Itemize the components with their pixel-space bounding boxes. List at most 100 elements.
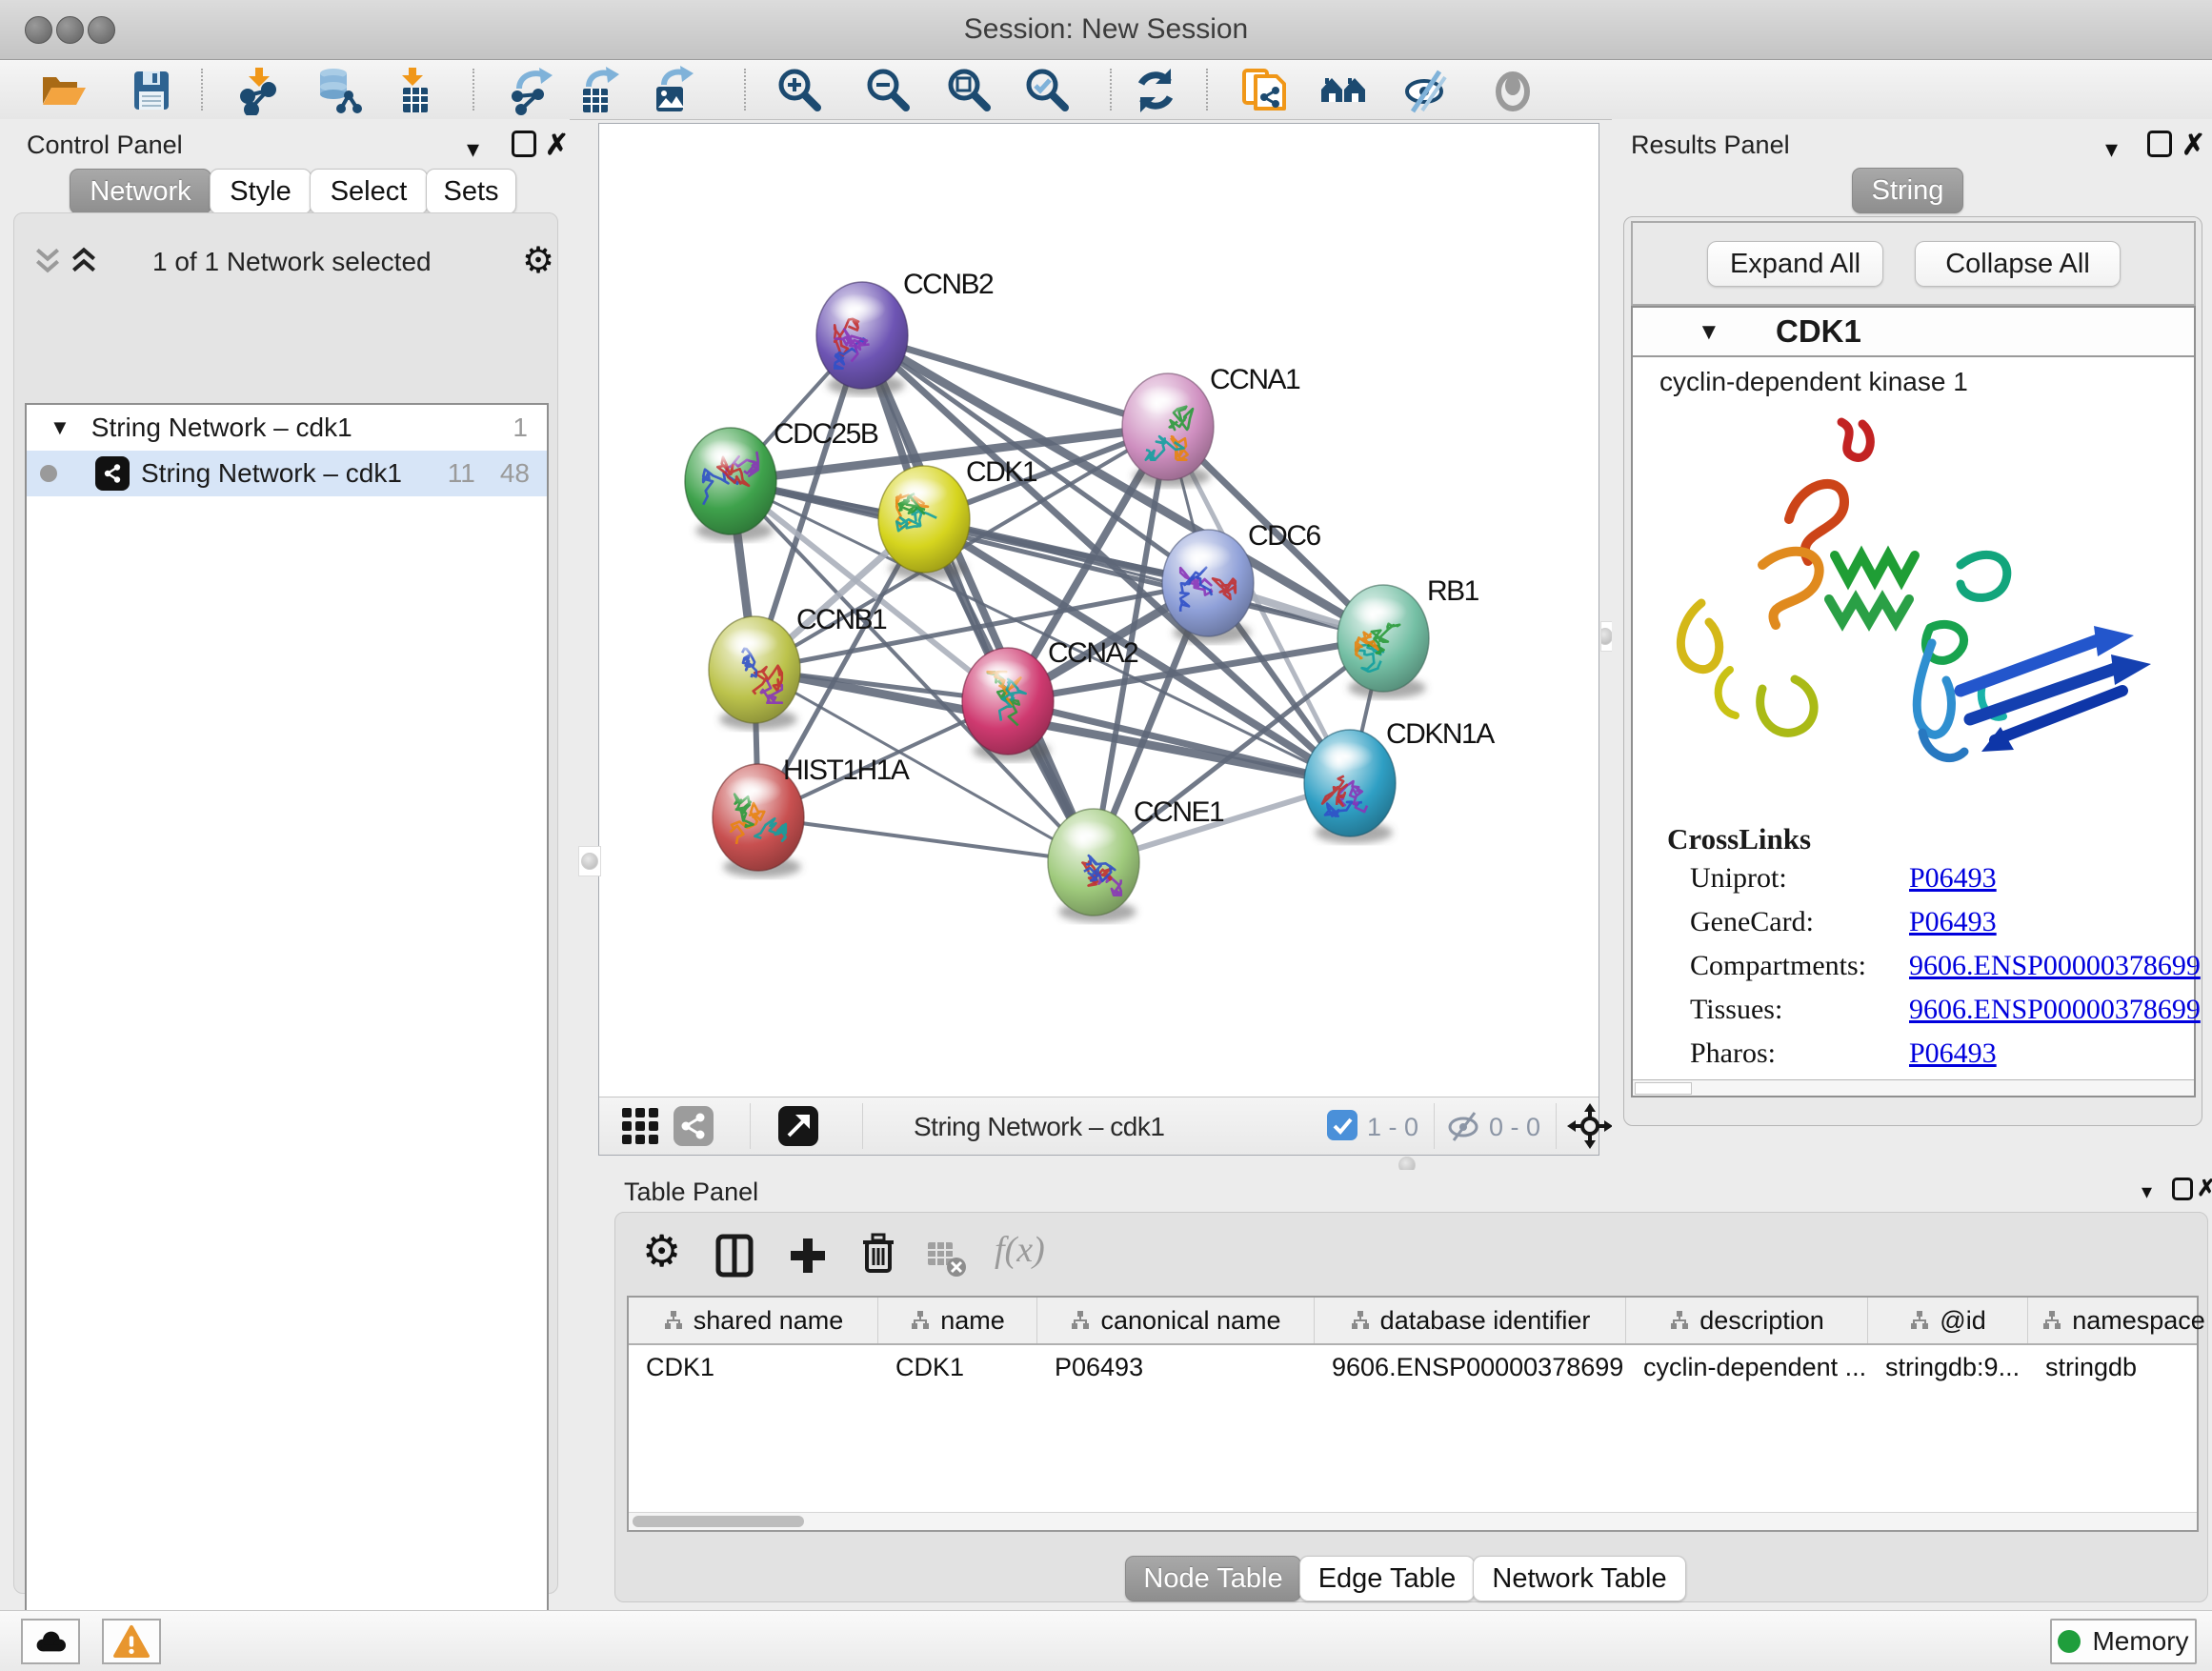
houses-button[interactable] — [1317, 65, 1370, 116]
zoom-selected-button[interactable] — [1021, 65, 1075, 116]
tab-network[interactable]: Network — [70, 169, 211, 214]
column-header[interactable]: name — [878, 1298, 1037, 1343]
hscrollbar-thumb[interactable] — [633, 1516, 804, 1527]
delete-column-button[interactable] — [855, 1231, 901, 1281]
left-splitter-handle[interactable] — [578, 846, 601, 876]
zoom-out-button[interactable] — [862, 65, 915, 116]
memory-button[interactable]: Memory — [2050, 1619, 2197, 1664]
crosslink-compartments-link[interactable]: 9606.ENSP00000378699 — [1909, 950, 2201, 982]
cloud-button[interactable] — [21, 1619, 80, 1664]
network-node[interactable]: CDC6 — [1162, 520, 1320, 643]
column-tree-icon — [1669, 1310, 1690, 1331]
collapse-all-networks-icon[interactable] — [32, 245, 63, 280]
collapse-panel-icon[interactable]: ▾ — [2105, 136, 2118, 161]
crosslink-row: Uniprot: P06493 — [1671, 862, 2185, 906]
import-network-from-file-button[interactable] — [234, 65, 288, 116]
network-node-count: 11 — [448, 458, 475, 489]
import-network-icon — [236, 66, 286, 115]
save-session-button[interactable] — [125, 65, 178, 116]
column-header[interactable]: description — [1626, 1298, 1868, 1343]
crosslink-row: Compartments: 9606.ENSP00000378699 — [1671, 950, 2185, 994]
grid-view-button[interactable] — [620, 1106, 660, 1151]
selected-checkbox-icon[interactable] — [1327, 1110, 1357, 1145]
expand-all-networks-icon[interactable] — [69, 245, 99, 280]
show-columns-button[interactable] — [713, 1233, 758, 1283]
open-session-button[interactable] — [36, 65, 90, 116]
import-network-from-database-button[interactable] — [311, 65, 364, 116]
crosslink-pharos-link[interactable]: P06493 — [1909, 1037, 1997, 1070]
column-tree-icon — [2041, 1310, 2062, 1331]
zoom-in-button[interactable] — [774, 65, 827, 116]
collapse-panel-icon[interactable]: ▾ — [2142, 1181, 2152, 1202]
toolbar-separator — [201, 69, 203, 111]
crosslink-uniprot-link[interactable]: P06493 — [1909, 862, 1997, 895]
close-panel-icon[interactable]: ✗ — [2197, 1178, 2212, 1200]
tab-node-table[interactable]: Node Table — [1125, 1556, 1301, 1601]
network-node[interactable]: CCNE1 — [1048, 796, 1224, 922]
cloud-icon — [31, 1626, 70, 1657]
import-table-from-file-button[interactable] — [388, 65, 441, 116]
network-node[interactable]: HIST1H1A — [713, 755, 910, 877]
export-image-button[interactable] — [647, 65, 700, 116]
network-row[interactable]: String Network – cdk1 11 48 — [27, 451, 547, 496]
column-header[interactable]: canonical name — [1037, 1298, 1315, 1343]
show-all-button[interactable] — [1486, 65, 1539, 116]
column-tree-icon — [663, 1310, 684, 1331]
add-column-button[interactable] — [785, 1233, 831, 1283]
collapse-panel-icon[interactable]: ▾ — [467, 136, 479, 161]
network-badge-icon[interactable] — [674, 1106, 714, 1151]
network-node[interactable]: CDKN1A — [1304, 718, 1495, 843]
tab-string[interactable]: String — [1852, 168, 1963, 213]
table-hscrollbar[interactable] — [629, 1512, 2197, 1530]
refresh-layout-button[interactable] — [1129, 65, 1182, 116]
title-bar: Session: New Session — [0, 0, 2212, 60]
birds-eye-view-button[interactable] — [778, 1106, 818, 1151]
column-header[interactable]: @id — [1868, 1298, 2028, 1343]
float-panel-icon[interactable] — [512, 131, 536, 157]
result-entry-header[interactable]: ▼ CDK1 — [1633, 308, 2194, 357]
network-tree: ▼ String Network – cdk1 1 String Network… — [25, 403, 549, 1671]
collection-label: String Network – cdk1 — [91, 413, 352, 443]
window-title: Session: New Session — [0, 13, 2212, 46]
entry-expander-icon[interactable]: ▼ — [1698, 319, 1720, 346]
hide-selected-button[interactable] — [1399, 65, 1453, 116]
float-panel-icon[interactable] — [2172, 1178, 2193, 1200]
export-table-button[interactable] — [573, 65, 627, 116]
table-options-gear-icon[interactable]: ⚙ — [642, 1229, 681, 1273]
main-toolbar: ? — [0, 60, 2212, 120]
network-collection-row[interactable]: ▼ String Network – cdk1 1 — [27, 405, 547, 451]
collection-expander-icon[interactable]: ▼ — [50, 415, 70, 440]
eye-gray-icon — [1488, 66, 1538, 115]
warnings-button[interactable] — [102, 1619, 161, 1664]
node-label: CDC6 — [1248, 520, 1320, 552]
fit-selected-crosshair-button[interactable] — [1567, 1103, 1613, 1154]
export-network-button[interactable] — [506, 65, 559, 116]
column-tree-icon — [1909, 1310, 1930, 1331]
close-panel-icon[interactable]: ✗ — [2182, 131, 2205, 160]
column-header[interactable]: namespace — [2028, 1298, 2212, 1343]
tab-network-table[interactable]: Network Table — [1473, 1556, 1686, 1601]
column-header[interactable]: shared name — [629, 1298, 878, 1343]
node-label: CCNE1 — [1134, 796, 1224, 828]
new-network-from-file-button[interactable] — [1237, 65, 1291, 116]
table-row[interactable]: CDK1 CDK1 P06493 9606.ENSP00000378699 cy… — [629, 1345, 2197, 1389]
float-panel-icon[interactable] — [2147, 131, 2172, 157]
tab-sets[interactable]: Sets — [426, 169, 516, 214]
network-canvas[interactable]: CCNB2CCNA1CDC25BCDK1CDC6RB1CCNB1CCNA2CDK… — [599, 124, 1599, 1097]
tab-style[interactable]: Style — [210, 169, 312, 214]
network-node[interactable]: RB1 — [1337, 575, 1479, 698]
crosslinks-title: CrossLinks — [1667, 822, 1811, 856]
close-panel-icon[interactable]: ✗ — [545, 131, 569, 160]
current-network-dot-icon — [40, 465, 57, 482]
network-options-gear-icon[interactable]: ⚙ — [522, 243, 554, 279]
network-node[interactable]: CCNB1 — [709, 604, 887, 730]
zoom-fit-button[interactable] — [943, 65, 996, 116]
crosslink-genecard-link[interactable]: P06493 — [1909, 906, 1997, 938]
results-hscrollbar[interactable] — [1633, 1079, 2194, 1096]
tab-edge-table[interactable]: Edge Table — [1299, 1556, 1475, 1601]
expand-all-button[interactable]: Expand All — [1707, 241, 1883, 287]
column-header[interactable]: database identifier — [1315, 1298, 1626, 1343]
collapse-all-button[interactable]: Collapse All — [1915, 241, 2121, 287]
tab-select[interactable]: Select — [310, 169, 428, 214]
crosslink-tissues-link[interactable]: 9606.ENSP00000378699 — [1909, 994, 2201, 1026]
